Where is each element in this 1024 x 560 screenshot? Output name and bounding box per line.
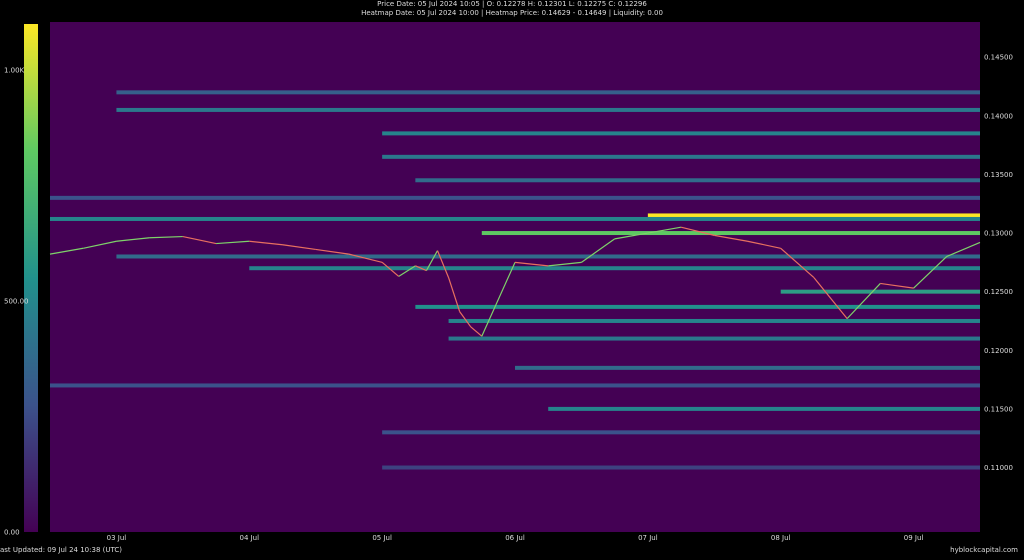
liquidity-band <box>780 289 980 294</box>
liquidity-band <box>448 336 981 341</box>
liquidity-band <box>116 107 980 112</box>
x-tick-label: 03 Jul <box>107 534 127 542</box>
liquidity-band <box>515 365 980 370</box>
last-updated-label: ast Updated: 09 Jul 24 10:38 (UTC) <box>0 546 122 554</box>
liquidity-band <box>548 406 980 411</box>
liquidity-band <box>50 383 980 388</box>
y-tick-label: 0.11500 <box>984 405 1013 413</box>
liquidity-band <box>415 304 980 309</box>
liquidity-band <box>50 216 980 221</box>
colorbar-tick-label: 0.00 <box>4 529 20 537</box>
liquidity-band <box>382 430 981 435</box>
colorbar-tick-label: 1.00K <box>4 67 25 75</box>
x-tick-label: 04 Jul <box>239 534 259 542</box>
x-axis: 03 Jul 04 Jul 05 Jul 06 Jul 07 Jul 08 Jul 09 J… <box>107 534 924 542</box>
x-tick-label: 08 Jul <box>771 534 791 542</box>
colorbar-tick-label: 500.00 <box>4 298 29 306</box>
y-tick-label: 0.11000 <box>984 464 1013 472</box>
liquidity-band <box>481 231 980 236</box>
x-tick-label: 06 Jul <box>505 534 525 542</box>
liquidity-band <box>415 178 980 183</box>
y-tick-label: 0.13500 <box>984 171 1013 179</box>
y-tick-label: 0.12500 <box>984 288 1013 296</box>
liquidity-band <box>116 254 980 259</box>
liquidity-band <box>382 154 981 159</box>
liquidity-band <box>647 213 980 218</box>
liquidity-band <box>50 195 980 200</box>
brand-label: hyblockcapital.com <box>950 546 1018 554</box>
y-tick-label: 0.14500 <box>984 54 1013 62</box>
x-tick-label: 05 Jul <box>372 534 392 542</box>
y-axis: 0.14500 0.14000 0.13500 0.13000 0.12500 0.120… <box>984 54 1013 472</box>
liquidity-band <box>382 465 981 470</box>
y-tick-label: 0.13000 <box>984 230 1013 238</box>
liquidity-band <box>116 90 980 95</box>
liquidity-band <box>249 266 981 271</box>
liquidation-heatmap-chart[interactable]: 1.00K500.000.00 0.145000.140000.135000.1… <box>0 0 1024 560</box>
x-tick-label: 09 Jul <box>904 534 924 542</box>
plot-area[interactable] <box>50 22 980 532</box>
colorbar <box>24 24 38 532</box>
liquidity-band <box>448 318 981 323</box>
x-tick-label: 07 Jul <box>638 534 658 542</box>
y-tick-label: 0.12000 <box>984 347 1013 355</box>
y-tick-label: 0.14000 <box>984 112 1013 120</box>
liquidity-band <box>382 131 981 136</box>
